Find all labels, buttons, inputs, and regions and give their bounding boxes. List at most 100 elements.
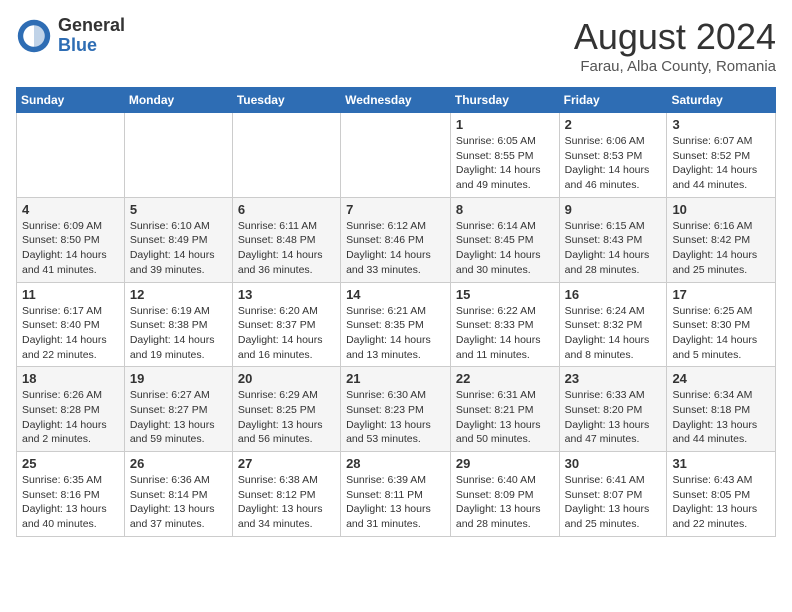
calendar-cell: 1 Sunrise: 6:05 AM Sunset: 8:55 PM Daylig… [450, 113, 559, 198]
day-info: Sunrise: 6:20 AM Sunset: 8:37 PM Dayligh… [238, 304, 335, 363]
day-number: 21 [346, 371, 445, 386]
logo-blue-text: Blue [58, 36, 125, 56]
day-number: 7 [346, 202, 445, 217]
calendar-cell: 18Sunrise: 6:26 AM Sunset: 8:28 PM Dayli… [17, 367, 125, 452]
calendar-cell: 8 Sunrise: 6:14 AM Sunset: 8:45 PM Daylig… [450, 197, 559, 282]
day-info: Sunrise: 6:14 AM Sunset: 8:45 PM Dayligh… [456, 219, 554, 278]
calendar-cell: 4Sunrise: 6:09 AM Sunset: 8:50 PM Daylig… [17, 197, 125, 282]
day-number: 9 [565, 202, 662, 217]
weekday-header-wednesday: Wednesday [341, 88, 451, 113]
day-info: Sunrise: 6:15 AM Sunset: 8:43 PM Dayligh… [565, 219, 662, 278]
calendar-cell: 23 Sunrise: 6:33 AM Sunset: 8:20 PM Dayli… [559, 367, 667, 452]
calendar-cell: 27 Sunrise: 6:38 AM Sunset: 8:12 PM Dayli… [232, 452, 340, 537]
day-number: 11 [22, 287, 119, 302]
day-info: Sunrise: 6:31 AM Sunset: 8:21 PM Dayligh… [456, 388, 554, 447]
calendar-cell: 5 Sunrise: 6:10 AM Sunset: 8:49 PM Daylig… [124, 197, 232, 282]
logo-general-text: General [58, 16, 125, 36]
day-info: Sunrise: 6:38 AM Sunset: 8:12 PM Dayligh… [238, 473, 335, 532]
day-number: 8 [456, 202, 554, 217]
day-number: 20 [238, 371, 335, 386]
day-number: 16 [565, 287, 662, 302]
day-number: 6 [238, 202, 335, 217]
weekday-header-friday: Friday [559, 88, 667, 113]
day-number: 3 [672, 117, 770, 132]
day-number: 13 [238, 287, 335, 302]
calendar-cell: 13 Sunrise: 6:20 AM Sunset: 8:37 PM Dayli… [232, 282, 340, 367]
day-number: 27 [238, 456, 335, 471]
subtitle: Farau, Alba County, Romania [574, 58, 776, 75]
day-number: 1 [456, 117, 554, 132]
day-number: 25 [22, 456, 119, 471]
day-number: 24 [672, 371, 770, 386]
day-info: Sunrise: 6:11 AM Sunset: 8:48 PM Dayligh… [238, 219, 335, 278]
calendar-cell: 12 Sunrise: 6:19 AM Sunset: 8:38 PM Dayli… [124, 282, 232, 367]
day-number: 14 [346, 287, 445, 302]
calendar-week-row: 25 Sunrise: 6:35 AM Sunset: 8:16 PM Dayli… [17, 452, 776, 537]
calendar-cell [341, 113, 451, 198]
calendar-cell: 20Sunrise: 6:29 AM Sunset: 8:25 PM Dayli… [232, 367, 340, 452]
day-number: 18 [22, 371, 119, 386]
calendar-cell: 29 Sunrise: 6:40 AM Sunset: 8:09 PM Dayli… [450, 452, 559, 537]
weekday-header-monday: Monday [124, 88, 232, 113]
calendar-week-row: 4Sunrise: 6:09 AM Sunset: 8:50 PM Daylig… [17, 197, 776, 282]
calendar-cell: 6 Sunrise: 6:11 AM Sunset: 8:48 PM Daylig… [232, 197, 340, 282]
calendar-cell: 9 Sunrise: 6:15 AM Sunset: 8:43 PM Daylig… [559, 197, 667, 282]
day-number: 2 [565, 117, 662, 132]
day-info: Sunrise: 6:34 AM Sunset: 8:18 PM Dayligh… [672, 388, 770, 447]
calendar-cell: 19 Sunrise: 6:27 AM Sunset: 8:27 PM Dayli… [124, 367, 232, 452]
calendar-cell: 22 Sunrise: 6:31 AM Sunset: 8:21 PM Dayli… [450, 367, 559, 452]
page-header: General Blue August 2024 Farau, Alba Cou… [16, 16, 776, 75]
day-info: Sunrise: 6:05 AM Sunset: 8:55 PM Dayligh… [456, 134, 554, 193]
day-info: Sunrise: 6:17 AM Sunset: 8:40 PM Dayligh… [22, 304, 119, 363]
day-info: Sunrise: 6:19 AM Sunset: 8:38 PM Dayligh… [130, 304, 227, 363]
day-info: Sunrise: 6:43 AM Sunset: 8:05 PM Dayligh… [672, 473, 770, 532]
day-info: Sunrise: 6:27 AM Sunset: 8:27 PM Dayligh… [130, 388, 227, 447]
day-number: 12 [130, 287, 227, 302]
weekday-header-sunday: Sunday [17, 88, 125, 113]
day-number: 17 [672, 287, 770, 302]
main-title: August 2024 [574, 16, 776, 58]
day-number: 4 [22, 202, 119, 217]
day-info: Sunrise: 6:10 AM Sunset: 8:49 PM Dayligh… [130, 219, 227, 278]
calendar-cell: 16Sunrise: 6:24 AM Sunset: 8:32 PM Dayli… [559, 282, 667, 367]
day-info: Sunrise: 6:40 AM Sunset: 8:09 PM Dayligh… [456, 473, 554, 532]
calendar-week-row: 11 Sunrise: 6:17 AM Sunset: 8:40 PM Dayli… [17, 282, 776, 367]
calendar-week-row: 18Sunrise: 6:26 AM Sunset: 8:28 PM Dayli… [17, 367, 776, 452]
weekday-header-saturday: Saturday [667, 88, 776, 113]
logo: General Blue [16, 16, 125, 56]
day-number: 15 [456, 287, 554, 302]
day-info: Sunrise: 6:30 AM Sunset: 8:23 PM Dayligh… [346, 388, 445, 447]
calendar-cell [17, 113, 125, 198]
day-info: Sunrise: 6:25 AM Sunset: 8:30 PM Dayligh… [672, 304, 770, 363]
day-number: 23 [565, 371, 662, 386]
calendar-cell: 15Sunrise: 6:22 AM Sunset: 8:33 PM Dayli… [450, 282, 559, 367]
day-number: 31 [672, 456, 770, 471]
calendar-cell: 25 Sunrise: 6:35 AM Sunset: 8:16 PM Dayli… [17, 452, 125, 537]
logo-text: General Blue [58, 16, 125, 56]
calendar-cell: 11 Sunrise: 6:17 AM Sunset: 8:40 PM Dayli… [17, 282, 125, 367]
day-number: 29 [456, 456, 554, 471]
calendar-cell [232, 113, 340, 198]
calendar-cell: 7Sunrise: 6:12 AM Sunset: 8:46 PM Daylig… [341, 197, 451, 282]
title-area: August 2024 Farau, Alba County, Romania [574, 16, 776, 75]
calendar-table: SundayMondayTuesdayWednesdayThursdayFrid… [16, 87, 776, 537]
calendar-cell: 26Sunrise: 6:36 AM Sunset: 8:14 PM Dayli… [124, 452, 232, 537]
day-number: 19 [130, 371, 227, 386]
day-info: Sunrise: 6:16 AM Sunset: 8:42 PM Dayligh… [672, 219, 770, 278]
logo-icon [16, 18, 52, 54]
day-info: Sunrise: 6:07 AM Sunset: 8:52 PM Dayligh… [672, 134, 770, 193]
calendar-cell [124, 113, 232, 198]
day-number: 28 [346, 456, 445, 471]
day-number: 5 [130, 202, 227, 217]
day-info: Sunrise: 6:35 AM Sunset: 8:16 PM Dayligh… [22, 473, 119, 532]
weekday-header-row: SundayMondayTuesdayWednesdayThursdayFrid… [17, 88, 776, 113]
weekday-header-thursday: Thursday [450, 88, 559, 113]
calendar-cell: 10Sunrise: 6:16 AM Sunset: 8:42 PM Dayli… [667, 197, 776, 282]
day-number: 22 [456, 371, 554, 386]
day-info: Sunrise: 6:21 AM Sunset: 8:35 PM Dayligh… [346, 304, 445, 363]
calendar-cell: 2 Sunrise: 6:06 AM Sunset: 8:53 PM Daylig… [559, 113, 667, 198]
day-info: Sunrise: 6:33 AM Sunset: 8:20 PM Dayligh… [565, 388, 662, 447]
day-info: Sunrise: 6:06 AM Sunset: 8:53 PM Dayligh… [565, 134, 662, 193]
weekday-header-tuesday: Tuesday [232, 88, 340, 113]
calendar-cell: 28Sunrise: 6:39 AM Sunset: 8:11 PM Dayli… [341, 452, 451, 537]
